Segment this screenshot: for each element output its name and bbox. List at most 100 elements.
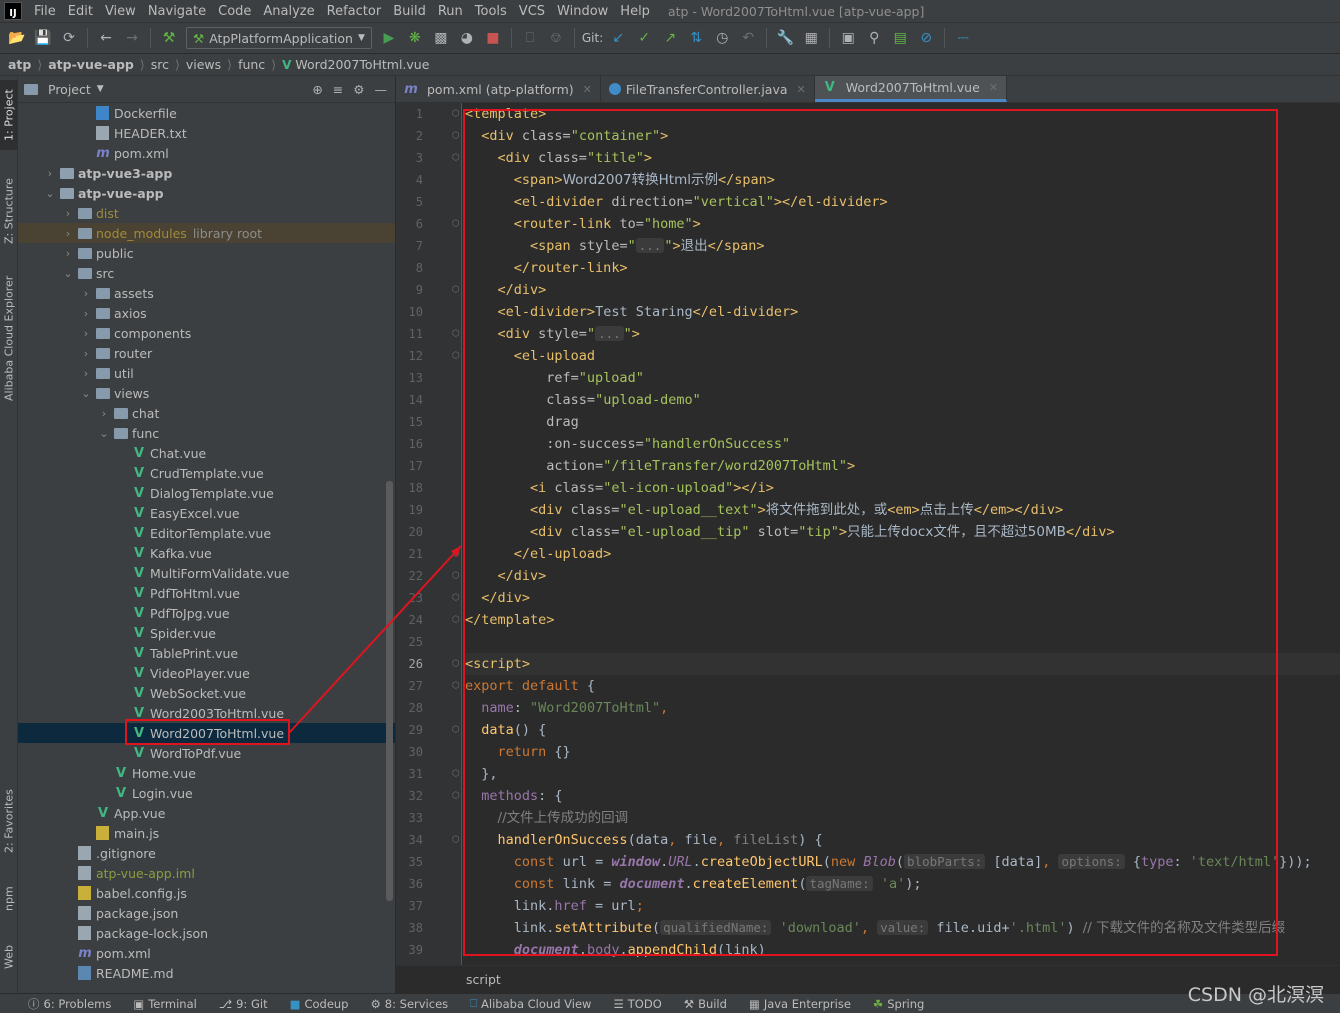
expand-chevron-icon[interactable]: ⌄ — [98, 427, 110, 440]
settings-wrench-icon[interactable]: 🔧 — [774, 27, 796, 49]
collapse-chevron-icon[interactable]: › — [80, 367, 92, 380]
git-history-icon[interactable]: ◷ — [711, 27, 733, 49]
tree-item[interactable]: V Kafka.vue — [18, 543, 395, 563]
menu-view[interactable]: View — [99, 4, 142, 19]
collapse-chevron-icon[interactable]: › — [62, 207, 74, 220]
editor-breadcrumb-item[interactable]: script — [466, 972, 501, 987]
build-hammer-icon[interactable]: ⚒ — [158, 27, 180, 49]
tree-item[interactable]: › atp-vue3-app — [18, 163, 395, 183]
fold-marker-icon[interactable]: ⬡ — [452, 725, 460, 735]
tree-item[interactable]: V CrudTemplate.vue — [18, 463, 395, 483]
menu-file[interactable]: File — [28, 4, 62, 19]
fold-marker-icon[interactable]: ⬡ — [452, 153, 460, 163]
sync-icon[interactable]: ⟳ — [58, 27, 80, 49]
editor-tab-filetransfercontroller-java[interactable]: FileTransferController.java ✕ — [601, 76, 815, 102]
tree-item[interactable]: .gitignore — [18, 843, 395, 863]
tree-item[interactable]: V MultiFormValidate.vue — [18, 563, 395, 583]
collapse-chevron-icon[interactable]: › — [80, 287, 92, 300]
tool-window-java-enterprise[interactable]: ▦ Java Enterprise — [749, 997, 851, 1011]
close-tab-icon[interactable]: ✕ — [989, 81, 998, 94]
expand-chevron-icon[interactable]: ⌄ — [62, 267, 74, 280]
hide-panel-icon[interactable]: — — [375, 82, 388, 97]
tool-tab-npm[interactable]: npm — [0, 874, 18, 924]
menu-refactor[interactable]: Refactor — [321, 4, 388, 19]
git-compare-icon[interactable]: ⇅ — [685, 27, 707, 49]
tool-window-9-git[interactable]: ⎇ 9: Git — [219, 997, 268, 1011]
tool-window-codeup[interactable]: ■ Codeup — [290, 997, 349, 1011]
fold-marker-icon[interactable]: ⬡ — [452, 329, 460, 339]
tree-item[interactable]: V EasyExcel.vue — [18, 503, 395, 523]
menu-navigate[interactable]: Navigate — [142, 4, 212, 19]
tree-item[interactable]: V DialogTemplate.vue — [18, 483, 395, 503]
fold-marker-icon[interactable]: ⬡ — [452, 351, 460, 361]
expand-chevron-icon[interactable]: ⌄ — [44, 187, 56, 200]
close-tab-icon[interactable]: ✕ — [583, 83, 592, 96]
tool-tab-favorites[interactable]: 2: Favorites — [0, 776, 18, 866]
stop-icon[interactable]: ■ — [482, 27, 504, 49]
editor-tab-word2007tohtml-vue[interactable]: V Word2007ToHtml.vue ✕ — [814, 76, 1008, 102]
tree-item[interactable]: ⌄ func — [18, 423, 395, 443]
menu-analyze[interactable]: Analyze — [257, 4, 320, 19]
save-icon[interactable]: 💾 — [32, 27, 54, 49]
git-update-icon[interactable]: ↙ — [607, 27, 629, 49]
tool-tab-structure[interactable]: Z: Structure — [0, 168, 18, 254]
back-icon[interactable]: ← — [95, 27, 117, 49]
tree-item[interactable]: atp-vue-app.iml — [18, 863, 395, 883]
tool-tab-project[interactable]: 1: Project — [0, 80, 18, 150]
tree-item[interactable]: package-lock.json — [18, 923, 395, 943]
tree-item[interactable]: V Spider.vue — [18, 623, 395, 643]
fold-marker-icon[interactable]: ⬡ — [452, 681, 460, 691]
breadcrumb-item-atp[interactable]: atp — [8, 57, 31, 72]
breadcrumb-item-src[interactable]: src — [151, 57, 169, 72]
menu-tools[interactable]: Tools — [469, 4, 513, 19]
collapse-chevron-icon[interactable]: › — [62, 227, 74, 240]
tree-item[interactable]: Dockerfile — [18, 103, 395, 123]
tool-window-alibaba-cloud-view[interactable]: ⎕ Alibaba Cloud View — [470, 996, 591, 1011]
menu-vcs[interactable]: VCS — [513, 4, 551, 19]
menu-window[interactable]: Window — [551, 4, 614, 19]
tree-item[interactable]: V Home.vue — [18, 763, 395, 783]
tree-item[interactable]: V WordToPdf.vue — [18, 743, 395, 763]
tree-item[interactable]: package.json — [18, 903, 395, 923]
run-icon[interactable]: ▶ — [378, 27, 400, 49]
fold-marker-icon[interactable]: ⬡ — [452, 769, 460, 779]
collapse-chevron-icon[interactable]: › — [62, 247, 74, 260]
tree-item[interactable]: ⌄ src — [18, 263, 395, 283]
menu-run[interactable]: Run — [432, 4, 469, 19]
tree-item[interactable]: V Chat.vue — [18, 443, 395, 463]
profile-icon[interactable]: ◕ — [456, 27, 478, 49]
menu-edit[interactable]: Edit — [62, 4, 99, 19]
fold-marker-icon[interactable]: ⬡ — [452, 791, 460, 801]
tree-item[interactable]: ⌄ views — [18, 383, 395, 403]
tool-tab-alibaba-cloud[interactable]: Alibaba Cloud Explorer — [0, 268, 18, 408]
breadcrumb-item-func[interactable]: func — [238, 57, 265, 72]
run-configuration-select[interactable]: ⚒ AtpPlatformApplication ▼ — [186, 27, 372, 49]
tree-item[interactable]: › util — [18, 363, 395, 383]
collapse-chevron-icon[interactable]: › — [44, 167, 56, 180]
tree-item[interactable]: › components — [18, 323, 395, 343]
alibaba-cloud-icon[interactable]: ⎓ — [952, 27, 974, 49]
tree-item[interactable]: › axios — [18, 303, 395, 323]
collapse-chevron-icon[interactable]: › — [80, 307, 92, 320]
fold-marker-icon[interactable]: ⬡ — [452, 571, 460, 581]
locate-target-icon[interactable]: ⊕ — [312, 82, 322, 97]
tree-item[interactable]: › node_modules library root — [18, 223, 395, 243]
tree-item[interactable]: V Word2003ToHtml.vue — [18, 703, 395, 723]
tree-item[interactable]: › router — [18, 343, 395, 363]
tree-item[interactable]: V EditorTemplate.vue — [18, 523, 395, 543]
breadcrumb-item-atp-vue-app[interactable]: atp-vue-app — [48, 57, 134, 72]
tree-item[interactable]: HEADER.txt — [18, 123, 395, 143]
debug-icon[interactable]: ❋ — [404, 27, 426, 49]
tree-item[interactable]: › chat — [18, 403, 395, 423]
close-tab-icon[interactable]: ✕ — [797, 83, 806, 96]
tree-item[interactable]: ⌄ atp-vue-app — [18, 183, 395, 203]
statistic-icon[interactable]: ▤ — [889, 27, 911, 49]
tree-item[interactable]: › public — [18, 243, 395, 263]
menu-code[interactable]: Code — [212, 4, 257, 19]
fold-marker-icon[interactable]: ⬡ — [452, 219, 460, 229]
editor-tab-pom-xml-atp-platform[interactable]: m pom.xml (atp-platform) ✕ — [396, 76, 601, 102]
tool-window-6-problems[interactable]: ⓘ 6: Problems — [28, 996, 111, 1012]
disabled-icon[interactable]: ⊘ — [915, 27, 937, 49]
fold-marker-icon[interactable]: ⬡ — [452, 549, 460, 559]
collapse-chevron-icon[interactable]: › — [98, 407, 110, 420]
